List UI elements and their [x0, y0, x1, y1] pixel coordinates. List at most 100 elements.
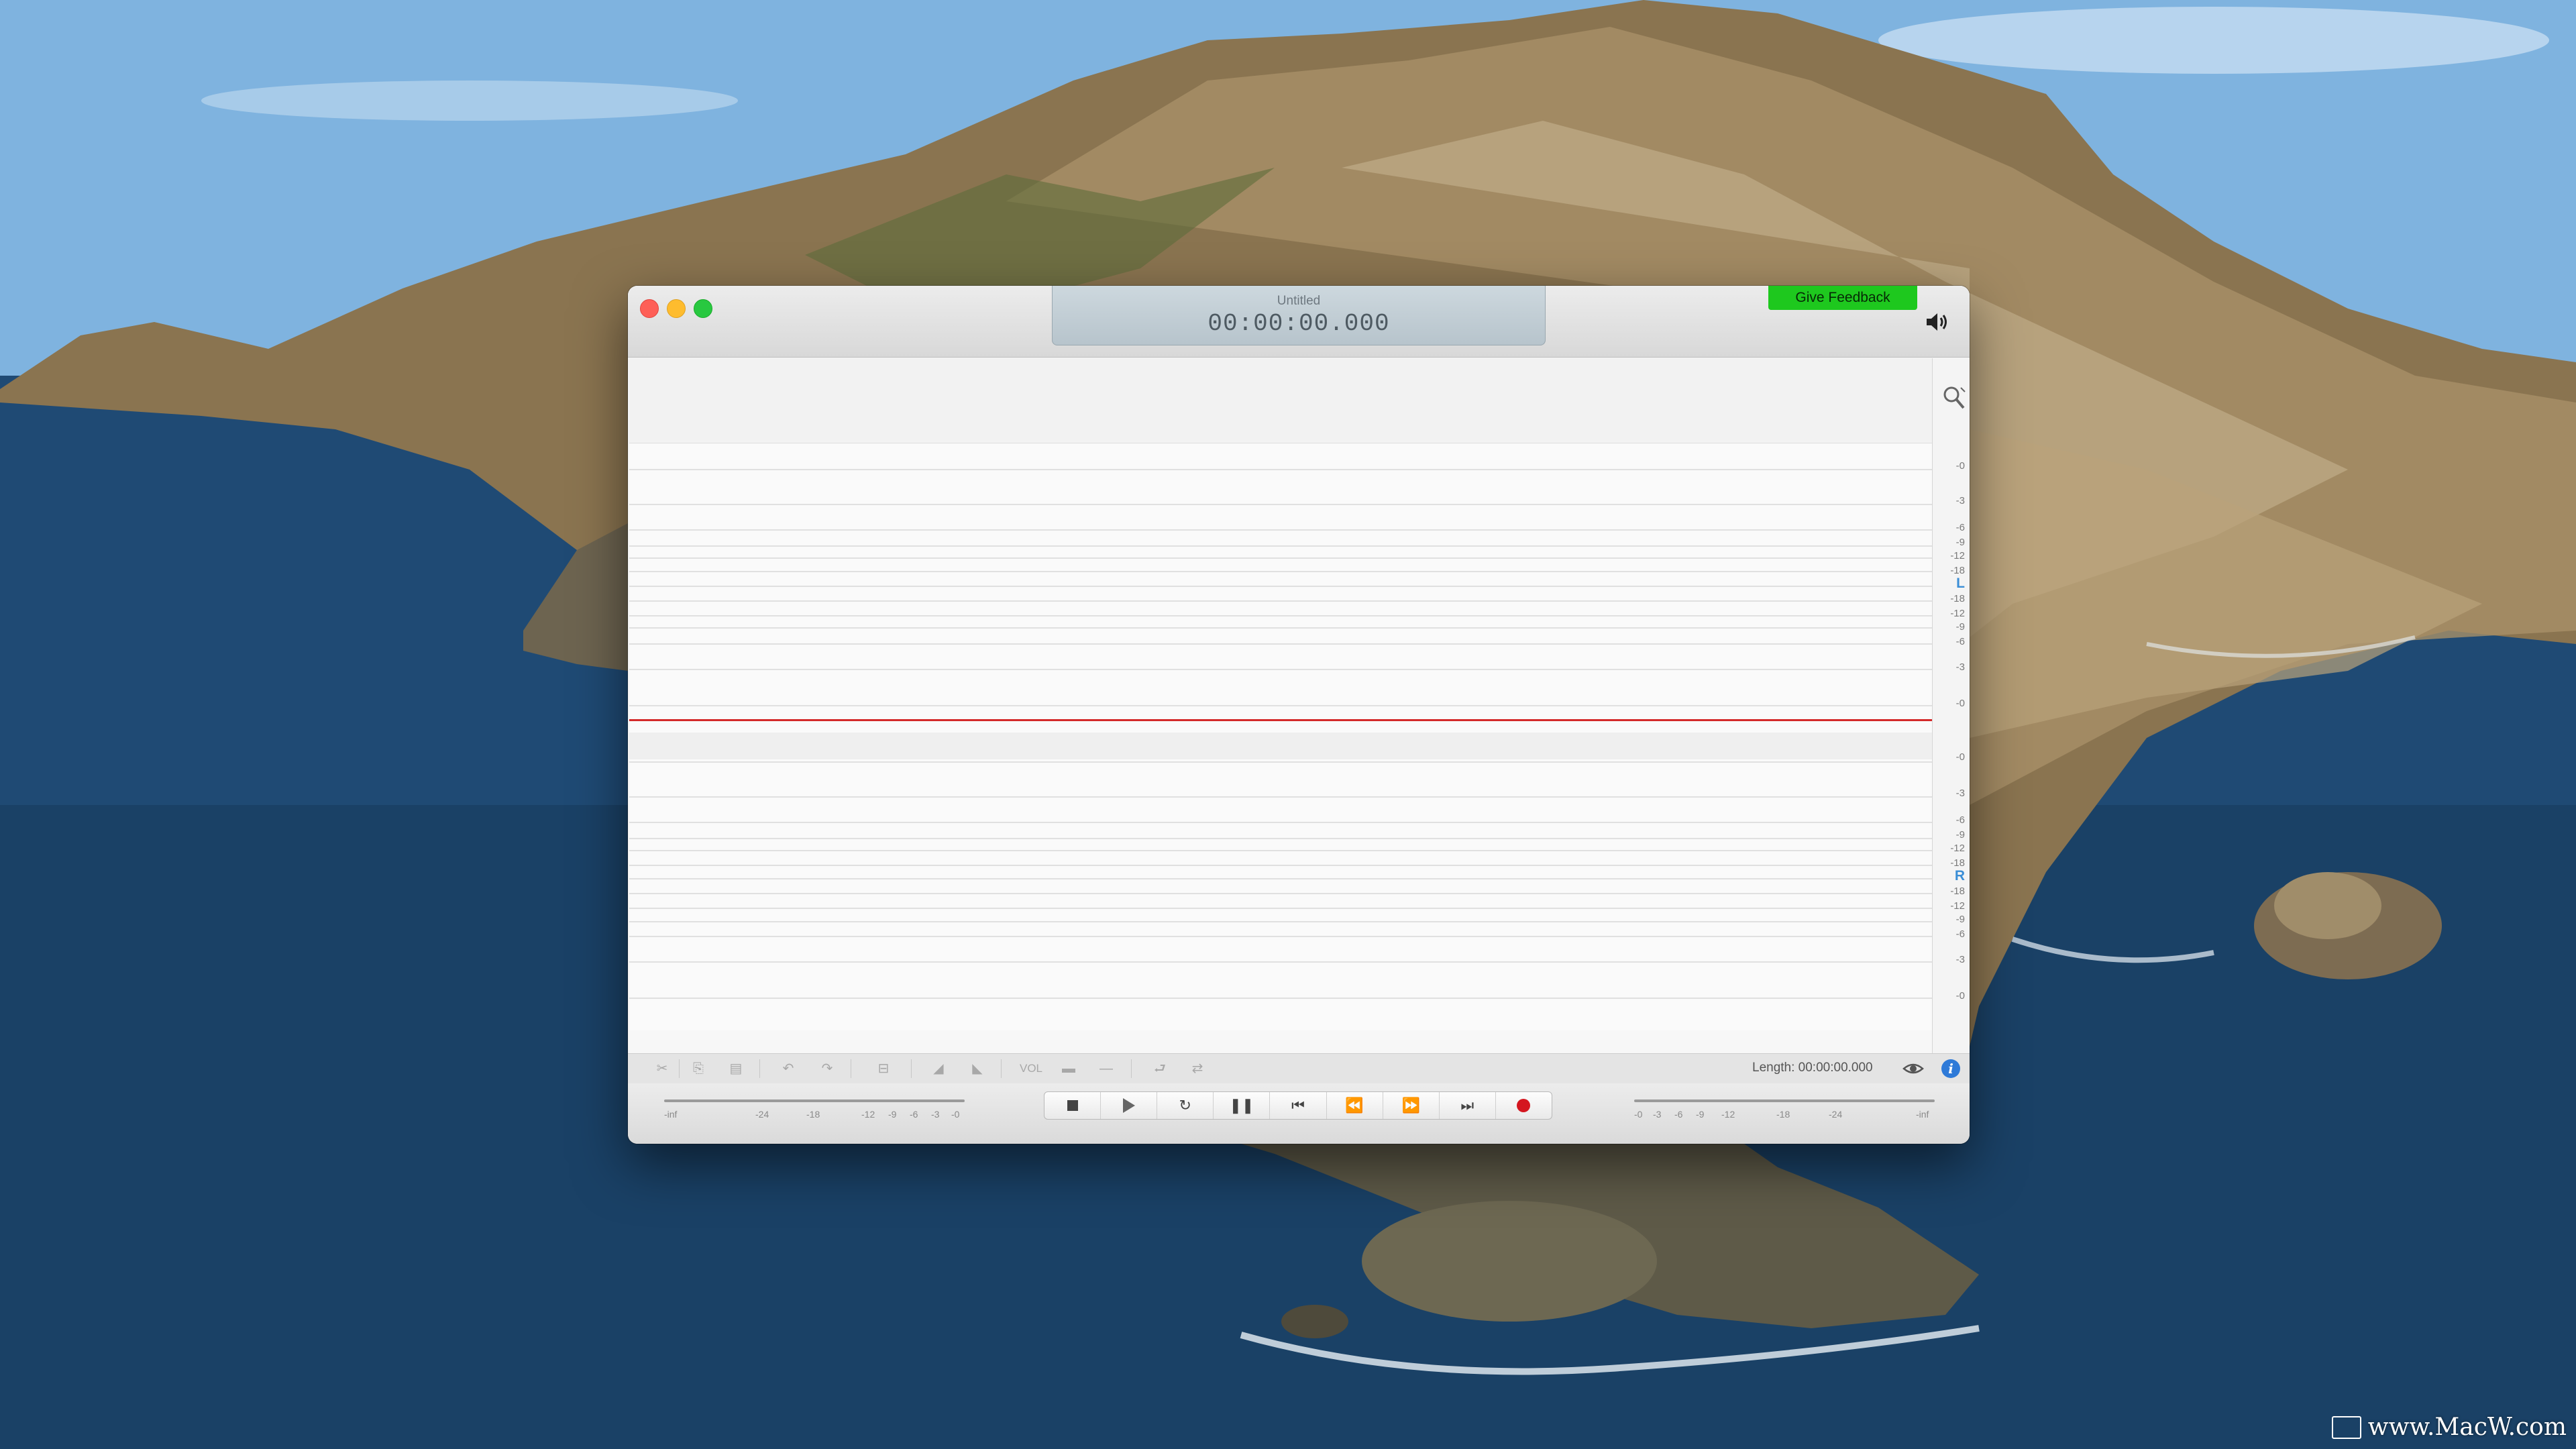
db-label: -18 — [1950, 885, 1965, 897]
time-display: 00:00:00.000 — [1208, 310, 1390, 337]
waveform-footer — [629, 1030, 1932, 1053]
loop-insert-icon[interactable]: ⮐ — [1144, 1058, 1175, 1079]
input-level-meter: -inf -24 -18 -12 -9 -6 -3 -0 — [664, 1094, 965, 1121]
copy-icon[interactable]: ⎘ — [683, 1058, 714, 1079]
toolbar-divider — [759, 1059, 760, 1078]
meter-label: -inf — [664, 1109, 678, 1120]
db-label: -6 — [1955, 636, 1965, 647]
db-label: -12 — [1950, 843, 1965, 854]
volume-button[interactable]: VOL — [1016, 1058, 1046, 1079]
zoom-button[interactable] — [694, 299, 712, 318]
meter-label: -0 — [951, 1109, 960, 1120]
document-title: Untitled — [1277, 294, 1321, 308]
record-icon — [1517, 1099, 1531, 1112]
meter-label: -18 — [806, 1109, 820, 1120]
meter-label: -3 — [1653, 1109, 1662, 1120]
db-label: -3 — [1955, 661, 1965, 673]
paste-icon[interactable]: ▤ — [720, 1058, 751, 1079]
skip-to-end-button[interactable]: ⏭ — [1440, 1092, 1496, 1119]
skip-back-icon: ⏮ — [1291, 1097, 1305, 1114]
cut-icon[interactable]: ✂ — [647, 1058, 678, 1079]
db-label: -0 — [1955, 751, 1965, 763]
app-window: Untitled 00:00:00.000 Give Feedback -0 -… — [628, 286, 1970, 1144]
waveform-view[interactable] — [629, 358, 1932, 1053]
db-label: -18 — [1950, 565, 1965, 576]
meter-label: -6 — [1674, 1109, 1683, 1120]
transport-bar: -inf -24 -18 -12 -9 -6 -3 -0 ↻ ❚❚ ⏮ ⏪ ⏩ … — [628, 1083, 1970, 1144]
db-label: -12 — [1950, 550, 1965, 561]
give-feedback-button[interactable]: Give Feedback — [1768, 286, 1917, 310]
fast-forward-icon: ⏩ — [1401, 1097, 1420, 1114]
record-button[interactable] — [1496, 1092, 1552, 1119]
transport-controls: ↻ ❚❚ ⏮ ⏪ ⏩ ⏭ — [1044, 1091, 1552, 1120]
meter-label: -12 — [1721, 1109, 1735, 1120]
meter-label: -inf — [1916, 1109, 1929, 1120]
db-label: -12 — [1950, 608, 1965, 619]
meter-label: -24 — [1829, 1109, 1843, 1120]
pause-button[interactable]: ❚❚ — [1214, 1092, 1271, 1119]
db-label: -18 — [1950, 857, 1965, 869]
toolbar-divider — [679, 1059, 680, 1078]
pause-icon: ❚❚ — [1229, 1097, 1254, 1114]
playhead-line[interactable] — [629, 719, 1932, 721]
redo-icon[interactable]: ↷ — [812, 1058, 843, 1079]
minimize-button[interactable] — [667, 299, 686, 318]
info-icon[interactable]: i — [1941, 1059, 1960, 1078]
meter-label: -9 — [1696, 1109, 1705, 1120]
titlebar: Untitled 00:00:00.000 Give Feedback — [628, 286, 1970, 358]
db-label: -0 — [1955, 698, 1965, 709]
zoom-icon[interactable] — [1942, 385, 1966, 412]
speaker-icon[interactable] — [1924, 310, 1951, 334]
silence-icon[interactable]: — — [1091, 1058, 1122, 1079]
db-label: -9 — [1955, 829, 1965, 841]
toolbar-divider — [1131, 1059, 1132, 1078]
swap-channels-icon[interactable]: ⇄ — [1182, 1058, 1213, 1079]
fast-forward-button[interactable]: ⏩ — [1383, 1092, 1440, 1119]
eye-icon[interactable] — [1902, 1061, 1924, 1077]
meter-label: -18 — [1776, 1109, 1790, 1120]
meter-label: -6 — [910, 1109, 918, 1120]
db-label: -3 — [1955, 788, 1965, 799]
length-readout: Length: 00:00:00.000 — [1752, 1061, 1873, 1075]
db-ruler: -0 -3 -6 -9 -12 -18 L -18 -12 -9 -6 -3 -… — [1932, 358, 1970, 1053]
right-channel-label: R — [1954, 868, 1965, 883]
output-level-meter: -0 -3 -6 -9 -12 -18 -24 -inf — [1634, 1094, 1935, 1121]
db-label: -9 — [1955, 914, 1965, 925]
db-label: -3 — [1955, 954, 1965, 965]
watermark-logo-icon — [2331, 1415, 2361, 1439]
meter-label: -24 — [755, 1109, 769, 1120]
db-label: -3 — [1955, 495, 1965, 506]
db-label: -6 — [1955, 522, 1965, 533]
watermark-text: www.MacW.com — [2367, 1413, 2567, 1441]
db-label: -12 — [1950, 900, 1965, 912]
play-button[interactable] — [1101, 1092, 1158, 1119]
input-meter-track — [664, 1099, 965, 1102]
meter-label: -12 — [861, 1109, 875, 1120]
db-label: -18 — [1950, 593, 1965, 604]
input-meter-scale: -inf -24 -18 -12 -9 -6 -3 -0 — [664, 1109, 965, 1121]
loop-icon: ↻ — [1179, 1097, 1191, 1114]
rewind-icon: ⏪ — [1345, 1097, 1364, 1114]
play-icon — [1122, 1098, 1135, 1113]
loop-button[interactable]: ↻ — [1157, 1092, 1214, 1119]
meter-label: -9 — [888, 1109, 897, 1120]
amplify-icon[interactable]: ▬ — [1053, 1058, 1084, 1079]
db-label: -0 — [1955, 990, 1965, 1002]
left-channel-label: L — [1956, 576, 1965, 591]
meter-label: -3 — [931, 1109, 940, 1120]
close-button[interactable] — [640, 299, 659, 318]
output-meter-track — [1634, 1099, 1935, 1102]
fade-in-icon[interactable]: ◢ — [923, 1058, 954, 1079]
undo-icon[interactable]: ↶ — [773, 1058, 804, 1079]
edit-toolbar: ✂ ⎘ ▤ ↶ ↷ ⊟ ◢ ◣ VOL ▬ — ⮐ ⇄ Length: 00:0… — [628, 1053, 1970, 1084]
db-label: -9 — [1955, 621, 1965, 633]
stop-button[interactable] — [1044, 1092, 1102, 1119]
trim-icon[interactable]: ⊟ — [868, 1058, 899, 1079]
rewind-button[interactable]: ⏪ — [1327, 1092, 1383, 1119]
skip-to-start-button[interactable]: ⏮ — [1270, 1092, 1327, 1119]
fade-out-icon[interactable]: ◣ — [962, 1058, 993, 1079]
skip-forward-icon: ⏭ — [1460, 1097, 1474, 1114]
toolbar-divider — [1001, 1059, 1002, 1078]
output-meter-scale: -0 -3 -6 -9 -12 -18 -24 -inf — [1634, 1109, 1935, 1121]
db-label: -6 — [1955, 928, 1965, 940]
